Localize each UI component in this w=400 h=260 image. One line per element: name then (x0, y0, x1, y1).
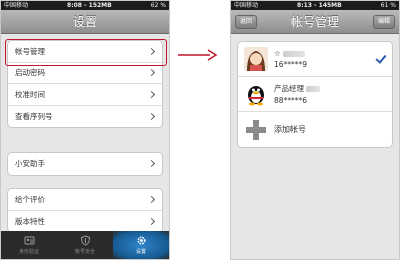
gear-icon (136, 235, 147, 246)
tab-settings-label: 设置 (135, 249, 146, 255)
account-item[interactable]: ☆ 16*****9 (238, 42, 392, 77)
account-management-screen: 中国移动 8:13 - 145MB 61 % 返回 帐号管理 编辑 ☆ 16**… (230, 0, 400, 260)
chevron-right-icon (147, 195, 156, 203)
view-serial-label: 查看序列号 (15, 111, 53, 121)
tab-security[interactable]: 帐号安全 (57, 231, 113, 259)
carrier-label: 中国移动 (4, 2, 29, 9)
tab-identity[interactable]: 身份验证 (1, 231, 57, 259)
settings-group-about: 给个评价 版本特性 (7, 188, 163, 233)
plus-icon (244, 118, 268, 142)
chevron-right-icon (147, 217, 156, 225)
shield-icon (80, 235, 91, 246)
add-account-button[interactable]: 添加帐号 (238, 112, 392, 147)
chevron-right-icon (147, 69, 156, 77)
chevron-right-icon (147, 160, 156, 168)
blurred-name (282, 50, 305, 57)
checkmark-icon (375, 52, 387, 64)
version-features-item[interactable]: 版本特性 (8, 211, 162, 233)
carrier-label: 中国移动 (234, 2, 259, 9)
edit-button[interactable]: 编辑 (372, 15, 395, 29)
tab-bar: 身份验证 帐号安全 设置 (1, 231, 169, 259)
chevron-right-icon (147, 90, 156, 98)
tab-security-label: 帐号安全 (74, 249, 95, 255)
nav-bar: 设置 (1, 10, 169, 34)
status-time: 8:08 - 152MB (67, 2, 112, 9)
account-item[interactable]: 产品经理 88*****6 (238, 77, 392, 112)
account-name: ☆ (274, 49, 281, 58)
settings-group-assistant: 小安助手 (7, 152, 163, 176)
girl-avatar-icon (244, 47, 268, 71)
calibrate-time-label: 校准时间 (15, 89, 45, 99)
account-name: 产品经理 (274, 84, 304, 93)
tab-identity-label: 身份验证 (18, 249, 39, 255)
assistant-label: 小安助手 (15, 159, 45, 169)
assistant-item[interactable]: 小安助手 (8, 153, 162, 175)
version-features-label: 版本特性 (15, 216, 45, 226)
calibrate-time-item[interactable]: 校准时间 (8, 84, 162, 106)
tab-settings[interactable]: 设置 (113, 231, 169, 259)
page-title: 设置 (72, 15, 97, 29)
arrow-right-icon (178, 49, 218, 61)
page-title: 帐号管理 (290, 15, 339, 29)
nav-bar: 返回 帐号管理 编辑 (231, 10, 399, 34)
settings-screen: 中国移动 8:08 - 152MB 62 % 设置 帐号管理 启动密码 校准时间… (0, 0, 170, 260)
startup-password-label: 启动密码 (15, 68, 45, 78)
status-bar: 中国移动 8:13 - 145MB 61 % (231, 1, 399, 10)
highlight-box (5, 39, 167, 66)
account-number: 16*****9 (274, 60, 308, 69)
rate-item[interactable]: 给个评价 (8, 189, 162, 211)
penguin-avatar-icon (244, 82, 268, 106)
id-card-icon (24, 235, 35, 246)
view-serial-item[interactable]: 查看序列号 (8, 106, 162, 128)
rate-label: 给个评价 (15, 194, 45, 204)
add-account-label: 添加帐号 (274, 125, 306, 134)
status-bar: 中国移动 8:08 - 152MB 62 % (1, 1, 169, 10)
battery-label: 61 % (380, 2, 396, 9)
battery-label: 62 % (150, 2, 166, 9)
back-button[interactable]: 返回 (235, 15, 258, 29)
blurred-name (306, 85, 320, 92)
status-time: 8:13 - 145MB (297, 2, 342, 9)
account-list: ☆ 16*****9 产品经理 88*****6 添加帐号 (237, 41, 393, 148)
chevron-right-icon (147, 112, 156, 120)
account-number: 88*****6 (274, 96, 308, 105)
